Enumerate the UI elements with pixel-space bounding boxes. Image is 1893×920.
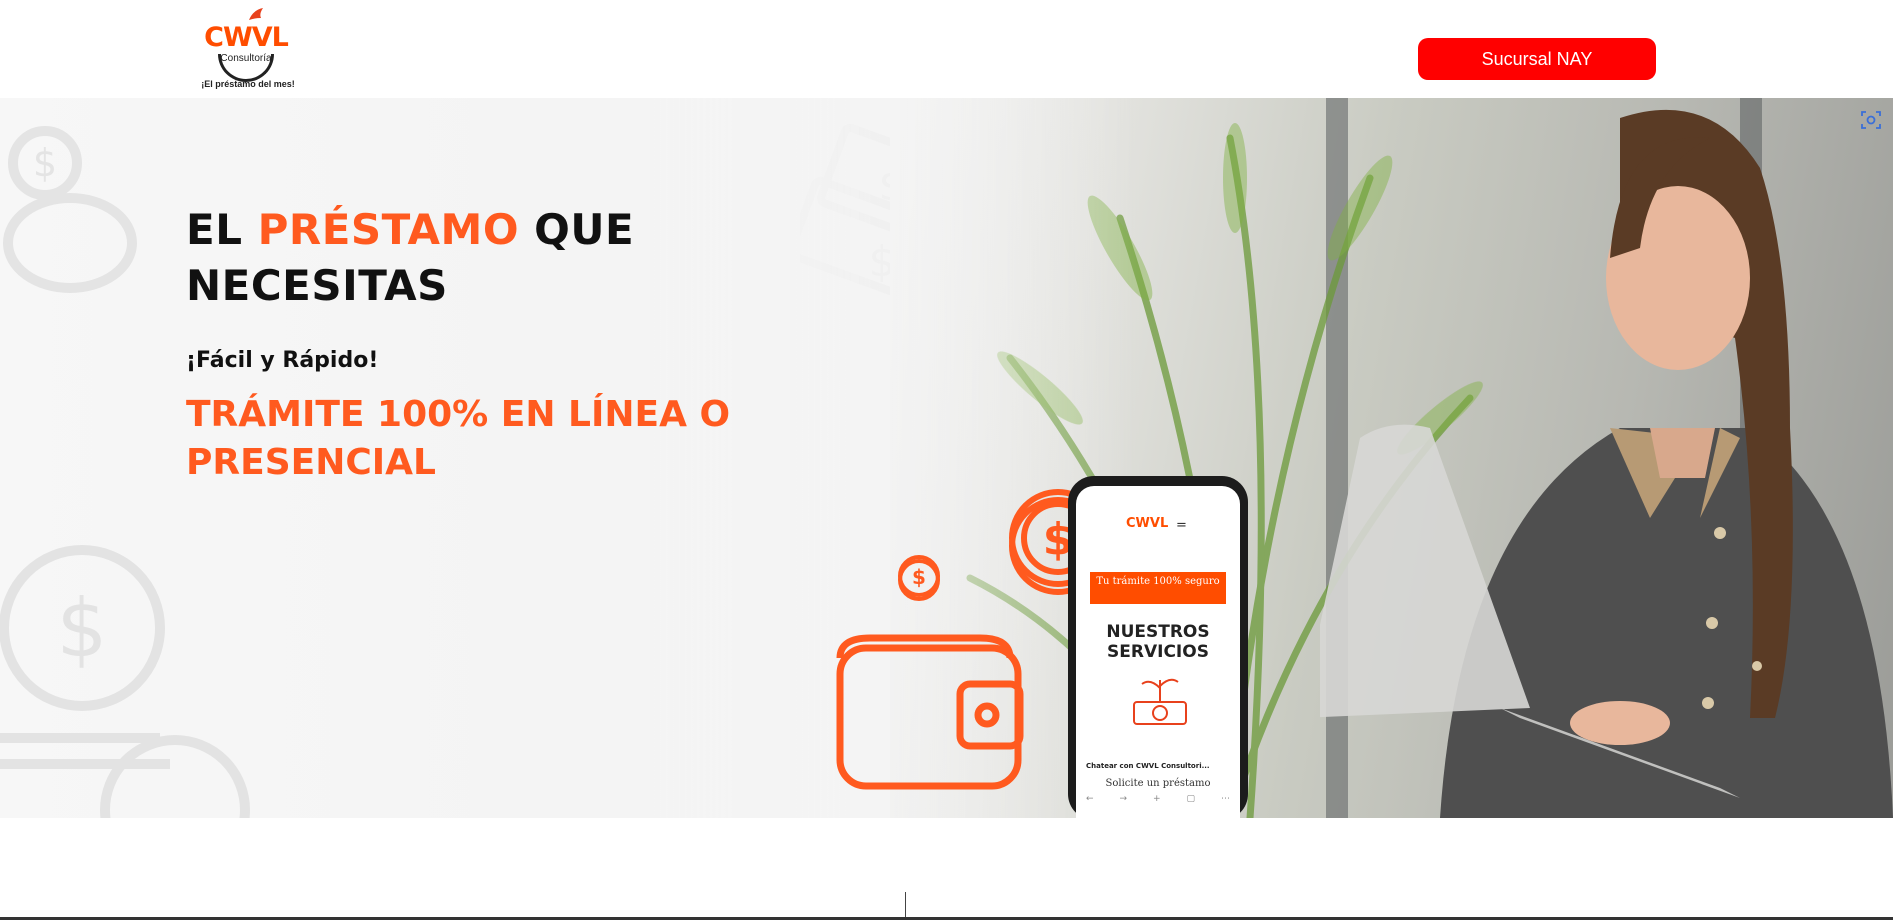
money-plant-icon [1133,678,1187,725]
hero-cta-text: TRÁMITE 100% EN LÍNEA O PRESENCIAL [186,394,731,483]
logo-tagline: ¡El préstamo del mes! [201,79,295,89]
phone-mockup: CWVL = Tu trámite 100% seguro NUESTROS S… [1068,476,1248,818]
back-icon: ← [1086,794,1094,804]
tabs-icon: ▢ [1186,794,1196,804]
hero-banner: $ $ $ $ [0,98,1893,818]
svg-text:$: $ [57,582,108,675]
dollar-coin-icon: $ [898,555,940,601]
headline-part1: EL [186,205,258,254]
hero-headline: EL PRÉSTAMO QUE NECESITAS [186,202,746,314]
woman-with-laptop [1320,109,1893,818]
logo-brand-text: CWVL [204,22,289,53]
phone-banner: Tu trámite 100% seguro [1090,572,1226,604]
logo-subtitle: Consultoría [220,53,272,64]
site-header: CWVL Consultoría ¡El préstamo del mes! S… [0,0,1893,98]
phone-cta: Solicite un préstamo [1105,778,1211,789]
branch-button[interactable]: Sucursal NAY [1418,38,1656,80]
piggy-bank-icon: $ [3,126,137,293]
phone-screen: CWVL = Tu trámite 100% seguro NUESTROS S… [1076,486,1240,818]
wallet-icon [836,634,1024,790]
coin-stack-icon: $ [0,545,250,818]
section-divider [905,892,906,920]
phone-nav-bar: ← → + ▢ ⋯ [1086,794,1230,804]
forward-icon: → [1119,794,1128,804]
svg-text:$: $ [912,565,926,589]
hero-tagline: ¡Fácil y Rápido! [186,348,379,373]
phone-chat-label: Chatear con CWVL Consultori... [1086,762,1210,770]
more-icon: ⋯ [1220,794,1230,804]
headline-accent: PRÉSTAMO [257,205,520,254]
phone-logo: CWVL [1126,516,1169,531]
brand-logo[interactable]: CWVL Consultoría ¡El préstamo del mes! [200,6,295,92]
phone-title: NUESTROS SERVICIOS [1106,622,1210,662]
phone-menu-icon: = [1176,518,1187,533]
add-icon: + [1153,794,1161,804]
svg-text:$: $ [33,141,57,185]
scan-icon[interactable] [1860,109,1882,131]
